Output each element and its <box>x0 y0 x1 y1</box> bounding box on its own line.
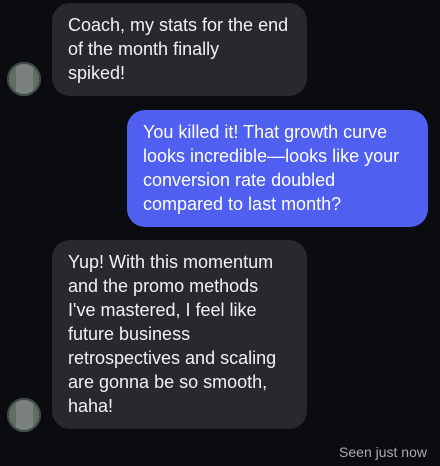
outgoing-message-bubble[interactable]: You killed it! That growth curve looks i… <box>127 110 428 227</box>
incoming-message-bubble[interactable]: Yup! With this momentum and the promo me… <box>52 240 307 429</box>
contact-avatar[interactable] <box>7 62 41 96</box>
seen-status: Seen just now <box>339 444 427 460</box>
avatar-ring <box>7 62 41 96</box>
contact-avatar[interactable] <box>7 398 41 432</box>
incoming-message-bubble[interactable]: Coach, my stats for the end of the month… <box>52 3 307 96</box>
avatar-ring <box>7 398 41 432</box>
chat-thread: Coach, my stats for the end of the month… <box>0 0 440 466</box>
